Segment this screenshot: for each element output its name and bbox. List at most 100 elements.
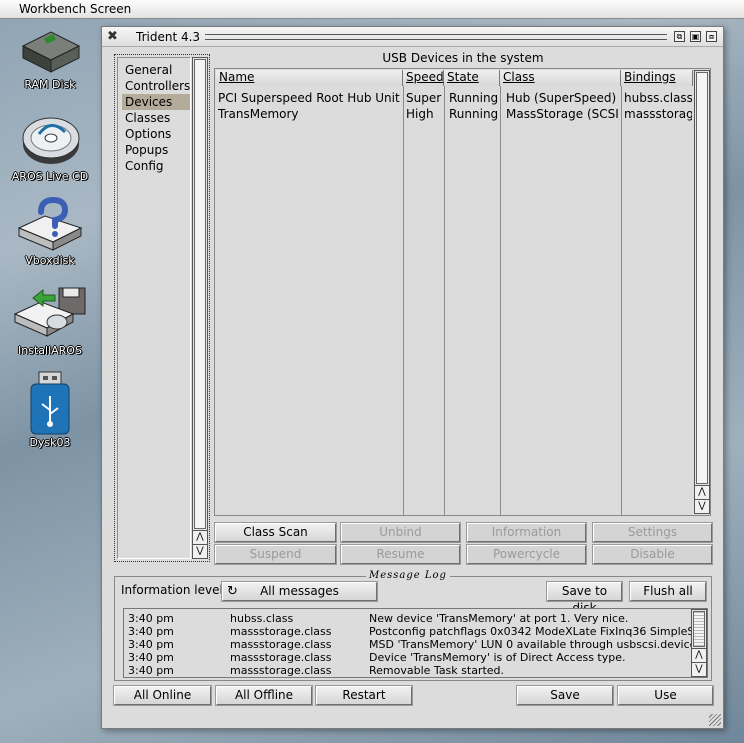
title-bar-ridges — [205, 34, 667, 40]
resume-button[interactable]: Resume — [340, 544, 461, 565]
device-speed: High — [406, 107, 434, 121]
screen-title: Workbench Screen — [19, 2, 132, 16]
column-header-speed[interactable]: Speed — [403, 70, 444, 86]
desktop-icon-label: Dysk03 — [29, 436, 71, 449]
list-item[interactable]: 3:40 pm massstorage.class MSD 'TransMemo… — [124, 638, 691, 651]
window-title-bar[interactable]: ✖ Trident 4.3 ⧉ ▣ ⧈ — [102, 27, 723, 47]
device-scroll-thumb[interactable] — [696, 72, 708, 484]
scroll-up-icon[interactable]: ⋀ — [193, 530, 207, 544]
device-state: Running — [449, 91, 499, 105]
column-header-name[interactable]: Name — [216, 70, 403, 86]
class-scan-button[interactable]: Class Scan — [214, 522, 337, 543]
device-speed: Super — [406, 91, 442, 105]
info-level-label: Information level: — [121, 583, 227, 597]
nav-item-general[interactable]: General — [122, 62, 190, 78]
device-list-scrollbar[interactable]: ⋀ ⋁ — [694, 70, 710, 514]
log-source: massstorage.class — [230, 638, 332, 651]
column-header-class[interactable]: Class — [500, 70, 621, 86]
scroll-down-icon[interactable]: ⋁ — [692, 662, 706, 676]
disable-button[interactable]: Disable — [592, 544, 713, 565]
flush-all-button[interactable]: Flush all — [629, 581, 707, 602]
nav-item-controllers[interactable]: Controllers — [122, 78, 190, 94]
log-message: New device 'TransMemory' at port 1. Very… — [369, 612, 629, 625]
column-header-state[interactable]: State — [444, 70, 500, 86]
log-time: 3:40 pm — [128, 664, 174, 677]
zoom-icon[interactable]: ▣ — [690, 31, 701, 42]
restart-button[interactable]: Restart — [315, 685, 413, 706]
desktop-icon-installaros[interactable]: InstallAROS — [0, 284, 100, 357]
depth-icon[interactable]: ⧈ — [706, 31, 717, 42]
table-row[interactable]: TransMemory High Running MassStorage (SC… — [215, 107, 693, 122]
nav-scroll-thumb[interactable] — [194, 59, 206, 529]
device-name: TransMemory — [218, 107, 299, 121]
desktop-icon-ram-disk[interactable]: RAM Disk — [0, 24, 100, 91]
settings-button[interactable]: Settings — [592, 522, 713, 543]
device-bindings: hubss.class — [624, 91, 692, 105]
devices-panel: USB Devices in the system Name Speed Sta… — [211, 51, 715, 565]
information-button[interactable]: Information — [466, 522, 587, 543]
log-time: 3:40 pm — [128, 651, 174, 664]
device-class: Hub (SuperSpeed) — [506, 91, 617, 105]
scroll-down-icon[interactable]: ⋁ — [193, 544, 207, 558]
desktop-icon-aros-live-cd[interactable]: AROS Live CD — [0, 104, 100, 183]
list-item[interactable]: 3:40 pm massstorage.class Postconfig pat… — [124, 625, 691, 638]
desktop-icon-label: AROS Live CD — [11, 170, 89, 183]
column-divider — [403, 86, 404, 515]
scroll-up-icon[interactable]: ⋀ — [692, 648, 706, 662]
desktop-icon-label: RAM Disk — [24, 78, 76, 91]
save-button[interactable]: Save — [516, 685, 614, 706]
usb-drive-icon — [30, 371, 70, 435]
log-message: Device 'TransMemory' is of Direct Access… — [369, 651, 626, 664]
vboxdisk-icon — [17, 196, 83, 251]
devices-title: USB Devices in the system — [382, 51, 544, 65]
all-offline-button[interactable]: All Offline — [215, 685, 313, 706]
log-time: 3:40 pm — [128, 625, 174, 638]
log-time: 3:40 pm — [128, 612, 174, 625]
device-state: Running — [449, 107, 499, 121]
cycle-icon: ↻ — [227, 584, 238, 599]
desktop-icon-dysk03[interactable]: Dysk03 — [0, 370, 100, 449]
window-title: Trident 4.3 — [136, 30, 201, 44]
column-header-bindings[interactable]: Bindings — [621, 70, 693, 86]
nav-list: General Controllers Devices Classes Opti… — [117, 57, 191, 559]
list-item[interactable]: 3:40 pm massstorage.class Device 'TransM… — [124, 651, 691, 664]
nav-item-classes[interactable]: Classes — [122, 110, 190, 126]
desktop-icon-vboxdisk[interactable]: Vboxdisk — [0, 194, 100, 267]
nav-item-options[interactable]: Options — [122, 126, 190, 142]
list-item[interactable]: 3:40 pm massstorage.class Removable Task… — [124, 664, 691, 677]
unbind-button[interactable]: Unbind — [340, 522, 461, 543]
nav-panel: General Controllers Devices Classes Opti… — [114, 54, 210, 562]
log-scroll-thumb[interactable] — [693, 611, 705, 647]
log-source: massstorage.class — [230, 664, 332, 677]
message-log-list: 3:40 pm hubss.class New device 'TransMem… — [123, 608, 708, 678]
nav-item-popups[interactable]: Popups — [122, 142, 190, 158]
desktop-icon-label: InstallAROS — [18, 344, 82, 357]
nav-item-config[interactable]: Config — [122, 158, 190, 174]
iconify-icon[interactable]: ⧉ — [674, 31, 685, 42]
table-row[interactable]: PCI Superspeed Root Hub Unit 0 Super Run… — [215, 91, 693, 106]
list-item[interactable]: 3:40 pm hubss.class New device 'TransMem… — [124, 612, 691, 625]
all-online-button[interactable]: All Online — [113, 685, 212, 706]
nav-scrollbar[interactable]: ⋀ ⋁ — [192, 57, 208, 559]
screen-title-bar: Workbench Screen — [0, 0, 744, 19]
use-button[interactable]: Use — [617, 685, 714, 706]
powercycle-button[interactable]: Powercycle — [466, 544, 587, 565]
suspend-button[interactable]: Suspend — [214, 544, 337, 565]
info-level-cycle[interactable]: ↻ All messages — [221, 581, 378, 602]
scroll-up-icon[interactable]: ⋀ — [695, 485, 709, 499]
scroll-down-icon[interactable]: ⋁ — [695, 499, 709, 513]
close-icon[interactable]: ✖ — [107, 29, 118, 44]
column-divider — [621, 86, 622, 515]
device-list: Name Speed State Class Bindings PCI Supe… — [214, 68, 711, 516]
nav-item-devices[interactable]: Devices — [122, 94, 190, 110]
save-to-disk-button[interactable]: Save to disk — [546, 581, 623, 615]
log-scrollbar[interactable]: ⋀ ⋁ — [691, 609, 707, 677]
message-log-group: Information level: ↻ All messages Save t… — [114, 576, 712, 681]
resize-grip-icon[interactable] — [709, 714, 721, 726]
info-level-value: All messages — [260, 584, 339, 598]
device-bindings: massstorage.class — [624, 107, 692, 121]
install-icon — [13, 287, 86, 337]
ram-disk-icon — [21, 31, 81, 73]
device-class: MassStorage (SCSI) — [506, 107, 620, 121]
message-log-title: Message Log — [366, 570, 450, 581]
